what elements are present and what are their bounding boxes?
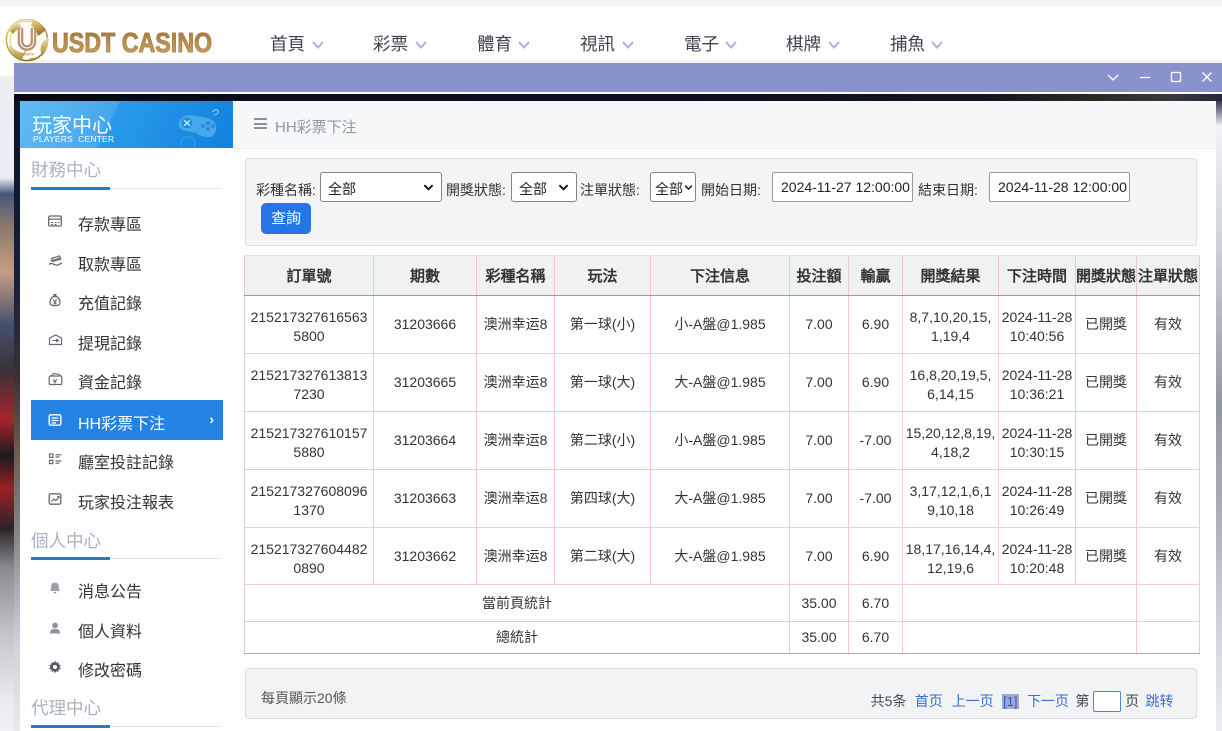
svg-text:Casino: Casino [20, 52, 35, 58]
